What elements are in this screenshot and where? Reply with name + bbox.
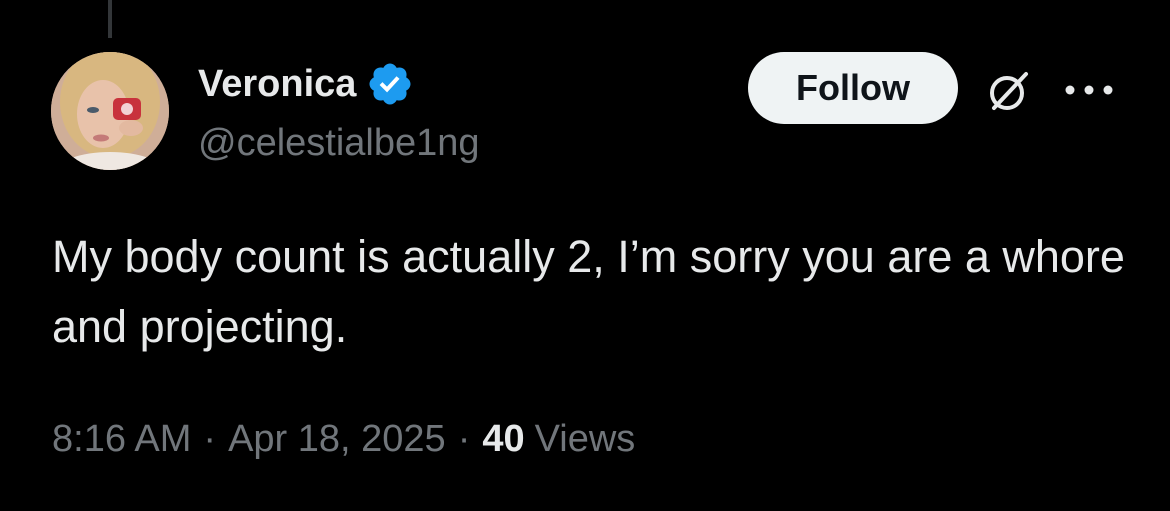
author-handle[interactable]: @celestialbe1ng xyxy=(198,120,480,166)
tweet-date[interactable]: Apr 18, 2025 xyxy=(228,414,446,464)
avatar[interactable] xyxy=(51,52,169,170)
grok-slash-circle-icon[interactable] xyxy=(984,66,1034,116)
thread-connector-line xyxy=(108,0,112,38)
tweet-meta: 8:16 AM · Apr 18, 2025 · 40 Views xyxy=(52,414,635,464)
meta-separator: · xyxy=(203,418,217,460)
tweet-time[interactable]: 8:16 AM xyxy=(52,414,191,464)
views-count[interactable]: 40 xyxy=(482,414,524,464)
follow-button[interactable]: Follow xyxy=(748,52,958,124)
author-display-name[interactable]: Veronica xyxy=(198,61,356,107)
author-name-row: Veronica xyxy=(198,60,414,108)
ellipsis-icon[interactable] xyxy=(1062,78,1116,102)
tweet-text: My body count is actually 2, I’m sorry y… xyxy=(52,231,1125,352)
avatar-image xyxy=(51,52,169,170)
views-label[interactable]: Views xyxy=(535,414,636,464)
meta-separator: · xyxy=(457,418,471,460)
verified-badge-icon[interactable] xyxy=(366,60,414,108)
